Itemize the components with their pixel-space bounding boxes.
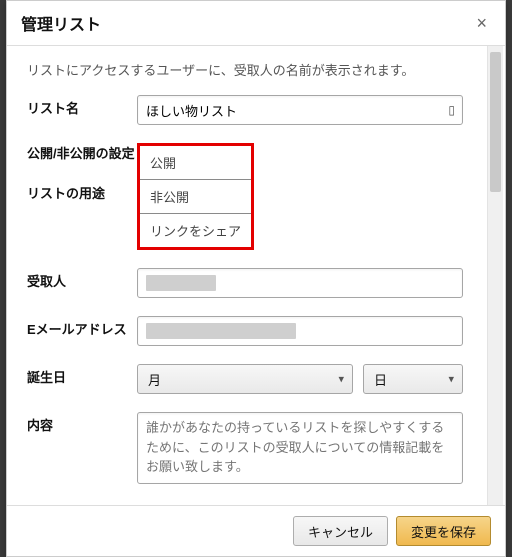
label-privacy: 公開/非公開の設定 <box>27 145 137 163</box>
privacy-option-share-link[interactable]: リンクをシェア <box>140 214 251 247</box>
chevron-down-icon: ▾ <box>338 373 344 386</box>
redacted-text <box>146 275 216 291</box>
label-content: 内容 <box>27 412 137 435</box>
cancel-button[interactable]: キャンセル <box>293 516 388 546</box>
scrollbar[interactable] <box>487 46 503 505</box>
row-email: Eメールアドレス <box>27 316 463 346</box>
label-recipient: 受取人 <box>27 268 137 291</box>
list-name-input[interactable] <box>137 95 463 125</box>
modal-header: 管理リスト × <box>7 1 505 46</box>
modal-body: リストにアクセスするユーザーに、受取人の名前が表示されます。 リスト名 ▯ 公開… <box>7 46 505 505</box>
modal-footer: キャンセル 変更を保存 <box>7 505 505 556</box>
privacy-usage-block: 公開/非公開の設定 リストの用途 公開 非公開 リンクをシェア <box>27 143 463 250</box>
birthday-month-value: 月 <box>148 370 161 389</box>
row-birthday: 誕生日 月 ▾ 日 ▾ <box>27 364 463 394</box>
redacted-text <box>146 323 296 339</box>
birthday-day-value: 日 <box>374 370 387 389</box>
birthday-day-select[interactable]: 日 ▾ <box>363 364 463 394</box>
privacy-dropdown-open: 公開 非公開 リンクをシェア <box>137 143 254 250</box>
modal-title: 管理リスト <box>21 11 101 35</box>
row-list-name: リスト名 ▯ <box>27 95 463 125</box>
tag-icon: ▯ <box>448 103 455 117</box>
privacy-option-private[interactable]: 非公開 <box>140 180 251 214</box>
email-input[interactable] <box>137 316 463 346</box>
label-birthday: 誕生日 <box>27 364 137 387</box>
birthday-month-select[interactable]: 月 ▾ <box>137 364 353 394</box>
manage-list-modal: 管理リスト × リストにアクセスするユーザーに、受取人の名前が表示されます。 リ… <box>6 0 506 557</box>
modal-description: リストにアクセスするユーザーに、受取人の名前が表示されます。 <box>27 60 463 79</box>
privacy-option-public[interactable]: 公開 <box>140 146 251 180</box>
close-icon[interactable]: × <box>472 13 491 34</box>
recipient-input[interactable] <box>137 268 463 298</box>
row-content: 内容 <box>27 412 463 487</box>
save-button[interactable]: 変更を保存 <box>396 516 491 546</box>
label-email: Eメールアドレス <box>27 316 137 339</box>
chevron-down-icon: ▾ <box>448 373 454 386</box>
row-recipient: 受取人 <box>27 268 463 298</box>
content-textarea[interactable] <box>137 412 463 484</box>
label-usage: リストの用途 <box>27 185 137 203</box>
scrollbar-thumb[interactable] <box>490 52 501 192</box>
label-list-name: リスト名 <box>27 95 137 118</box>
